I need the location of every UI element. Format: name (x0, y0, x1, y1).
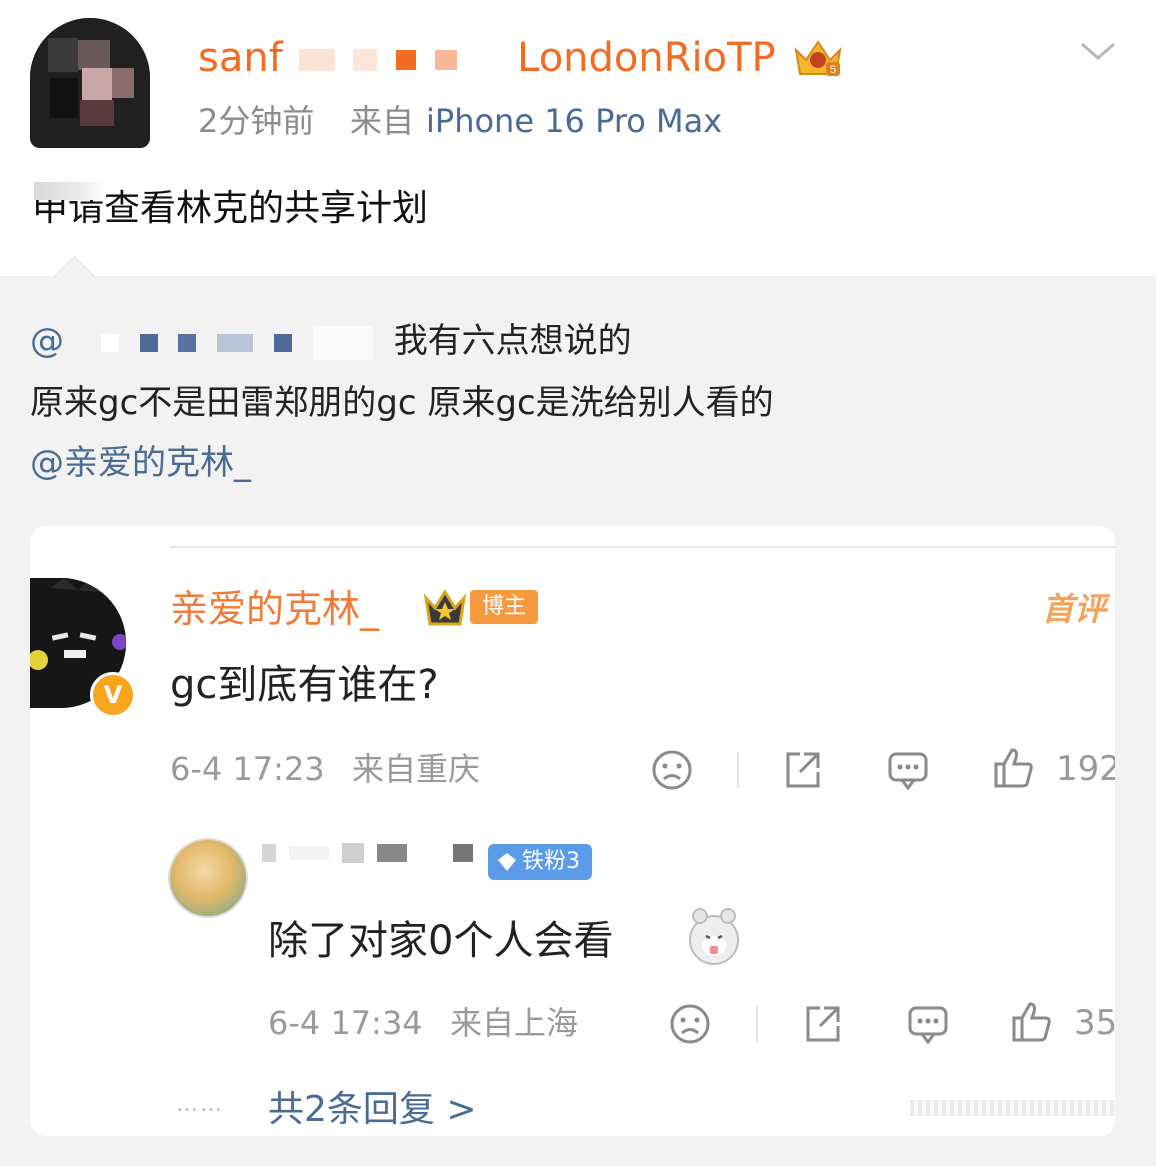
level-crown-icon (422, 586, 468, 628)
blogger-tag: 博主 (470, 590, 539, 624)
name-redaction (262, 843, 276, 862)
reply-text: 除了对家0个人会看 (268, 918, 614, 964)
reply-source: 来自上海 (450, 1004, 579, 1042)
more-dots: …… (176, 1092, 224, 1117)
repost-line-1: @ 我有六点想说的 (30, 318, 632, 364)
name-redaction (420, 843, 441, 862)
separator (737, 752, 739, 788)
mention-redaction (274, 333, 293, 352)
post-text-redaction (34, 182, 104, 200)
alpaca-emoji-icon (686, 906, 742, 966)
name-redaction (342, 842, 365, 863)
post-device-link[interactable]: iPhone 16 Pro Max (426, 100, 722, 142)
mention-redaction (178, 333, 197, 352)
repost-line-2: 原来gc不是田雷郑朋的gc 原来gc是洗给别人看的 (30, 383, 774, 423)
fan-badge: 铁粉3 (488, 844, 592, 880)
name-redaction (377, 843, 408, 862)
username-redaction (434, 50, 457, 70)
comment-text: gc到底有谁在? (170, 662, 439, 708)
reply-time: 6-4 17:34 (268, 1004, 423, 1042)
verified-badge: V (90, 672, 136, 718)
comment-icon[interactable] (906, 1002, 950, 1046)
like-count: 35 (1074, 1003, 1115, 1043)
mention-redaction (139, 333, 158, 352)
divider (170, 546, 1115, 548)
comment-screenshot-card: V 亲爱的克林_ 博主 首评 gc到底有谁在? 6-4 17:23 来自重庆 1… (30, 526, 1115, 1136)
replier-avatar[interactable] (168, 838, 248, 918)
mention-redaction (217, 333, 254, 352)
card-bottom-artifact (910, 1100, 1115, 1116)
post-time: 2分钟前 (198, 102, 315, 140)
view-more-replies-link[interactable]: 共2条回复 > (268, 1086, 477, 1134)
first-comment-tag: 首评 (1042, 590, 1107, 628)
username-redaction (353, 49, 378, 71)
share-icon[interactable] (800, 1002, 844, 1046)
like-count: 192 (1056, 749, 1115, 789)
username-redaction (475, 57, 502, 63)
username-start: sanf (198, 35, 283, 81)
comment-time: 6-4 17:23 (170, 750, 325, 788)
sad-face-icon[interactable] (650, 748, 694, 792)
repost-mention-link[interactable]: @亲爱的克林_ (30, 440, 251, 486)
thumbs-up-icon[interactable] (992, 746, 1036, 790)
separator (756, 1006, 758, 1042)
username-end: LondonRioTP (517, 35, 776, 81)
svg-text:5: 5 (830, 64, 836, 76)
vip-crown-icon[interactable]: 5 (790, 36, 846, 80)
comment-source: 来自重庆 (352, 750, 481, 788)
replier-name[interactable] (262, 842, 481, 882)
name-redaction (453, 843, 474, 862)
sad-face-icon[interactable] (668, 1002, 712, 1046)
repost-line-1-text: 我有六点想说的 (393, 321, 632, 361)
username-redaction (298, 49, 335, 71)
post-username[interactable]: sanf LondonRioTP (198, 30, 776, 86)
thumbs-up-icon[interactable] (1010, 1000, 1054, 1044)
commenter-name[interactable]: 亲爱的克林_ (170, 584, 379, 634)
share-icon[interactable] (780, 748, 824, 792)
chevron-down-icon[interactable] (1078, 36, 1118, 66)
post-source-label: 来自 (350, 102, 415, 140)
mention-redaction (100, 333, 119, 352)
repost-mention[interactable]: @ (30, 321, 64, 361)
comment-icon[interactable] (886, 748, 930, 792)
username-redaction (395, 50, 416, 70)
fan-badge-label: 铁粉3 (522, 849, 580, 874)
mention-redaction (312, 325, 373, 360)
user-avatar[interactable] (30, 18, 150, 148)
diamond-icon (498, 853, 516, 871)
name-redaction (289, 845, 330, 860)
